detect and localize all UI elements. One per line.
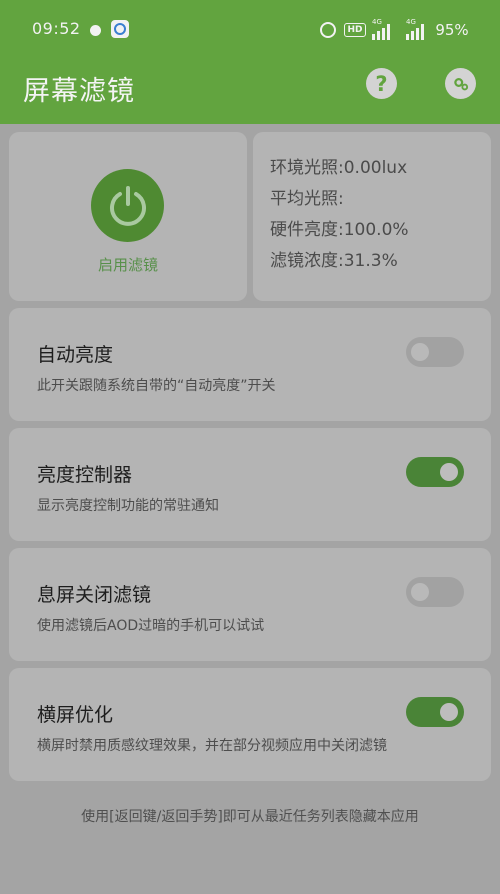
light-info-card: 环境光照:0.00lux 平均光照: 硬件亮度:100.0% 滤镜浓度:31.3… (253, 132, 491, 301)
filter-density-readout: 滤镜浓度:31.3% (270, 251, 398, 271)
hd-icon: HD (344, 23, 366, 37)
signal-icon: 4G (406, 18, 430, 40)
help-icon: ? (375, 71, 388, 96)
average-light-readout: 平均光照: (270, 189, 344, 209)
network-type-label: 4G (406, 18, 416, 26)
setting-title: 息屏关闭滤镜 (37, 584, 152, 606)
toggle-knob (440, 703, 458, 721)
settings-button[interactable] (445, 68, 476, 99)
enable-filter-label: 启用滤镜 (97, 256, 158, 274)
toggle-knob (440, 463, 458, 481)
ambient-light-readout: 环境光照:0.00lux (270, 158, 408, 178)
battery-level: 95% (435, 21, 469, 39)
setting-screen-off-filter[interactable]: 息屏关闭滤镜 使用滤镜后AOD过暗的手机可以试试 (9, 548, 491, 661)
setting-title: 横屏优化 (37, 704, 114, 726)
setting-description: 横屏时禁用质感纹理效果，并在部分视频应用中关闭滤镜 (37, 738, 387, 754)
setting-description: 显示亮度控制功能的常驻通知 (37, 498, 219, 514)
setting-brightness-controller[interactable]: 亮度控制器 显示亮度控制功能的常驻通知 (9, 428, 491, 541)
lightbulb-icon (87, 20, 103, 40)
landscape-optimization-toggle[interactable] (406, 697, 464, 727)
toggle-knob (411, 343, 429, 361)
app-notification-icon (111, 20, 129, 38)
footer-hint: 使用[返回键/返回手势]即可从最近任务列表隐藏本应用 (81, 809, 419, 825)
gear-icon (453, 77, 468, 90)
app-bar: 屏幕滤镜 ? (0, 58, 500, 124)
enable-filter-button[interactable] (91, 169, 164, 242)
setting-description: 使用滤镜后AOD过暗的手机可以试试 (37, 618, 265, 634)
screen-off-filter-toggle[interactable] (406, 577, 464, 607)
status-bar: 09:52 HD 4G 4G 95% (0, 0, 500, 58)
help-button[interactable]: ? (366, 68, 397, 99)
setting-title: 自动亮度 (37, 344, 114, 366)
setting-description: 此开关跟随系统自带的“自动亮度”开关 (37, 378, 276, 394)
setting-auto-brightness[interactable]: 自动亮度 此开关跟随系统自带的“自动亮度”开关 (9, 308, 491, 421)
setting-title: 亮度控制器 (37, 464, 133, 486)
auto-brightness-toggle[interactable] (406, 337, 464, 367)
hardware-brightness-readout: 硬件亮度:100.0% (270, 220, 409, 240)
brightness-controller-toggle[interactable] (406, 457, 464, 487)
signal-icon: 4G (372, 18, 396, 40)
setting-landscape-optimization[interactable]: 横屏优化 横屏时禁用质感纹理效果，并在部分视频应用中关闭滤镜 (9, 668, 491, 781)
filter-toggle-card: 启用滤镜 (9, 132, 247, 301)
page-title: 屏幕滤镜 (23, 76, 135, 107)
toggle-knob (411, 583, 429, 601)
power-icon (109, 185, 146, 226)
alarm-icon (319, 20, 337, 40)
network-type-label: 4G (372, 18, 382, 26)
status-time: 09:52 (32, 19, 81, 38)
